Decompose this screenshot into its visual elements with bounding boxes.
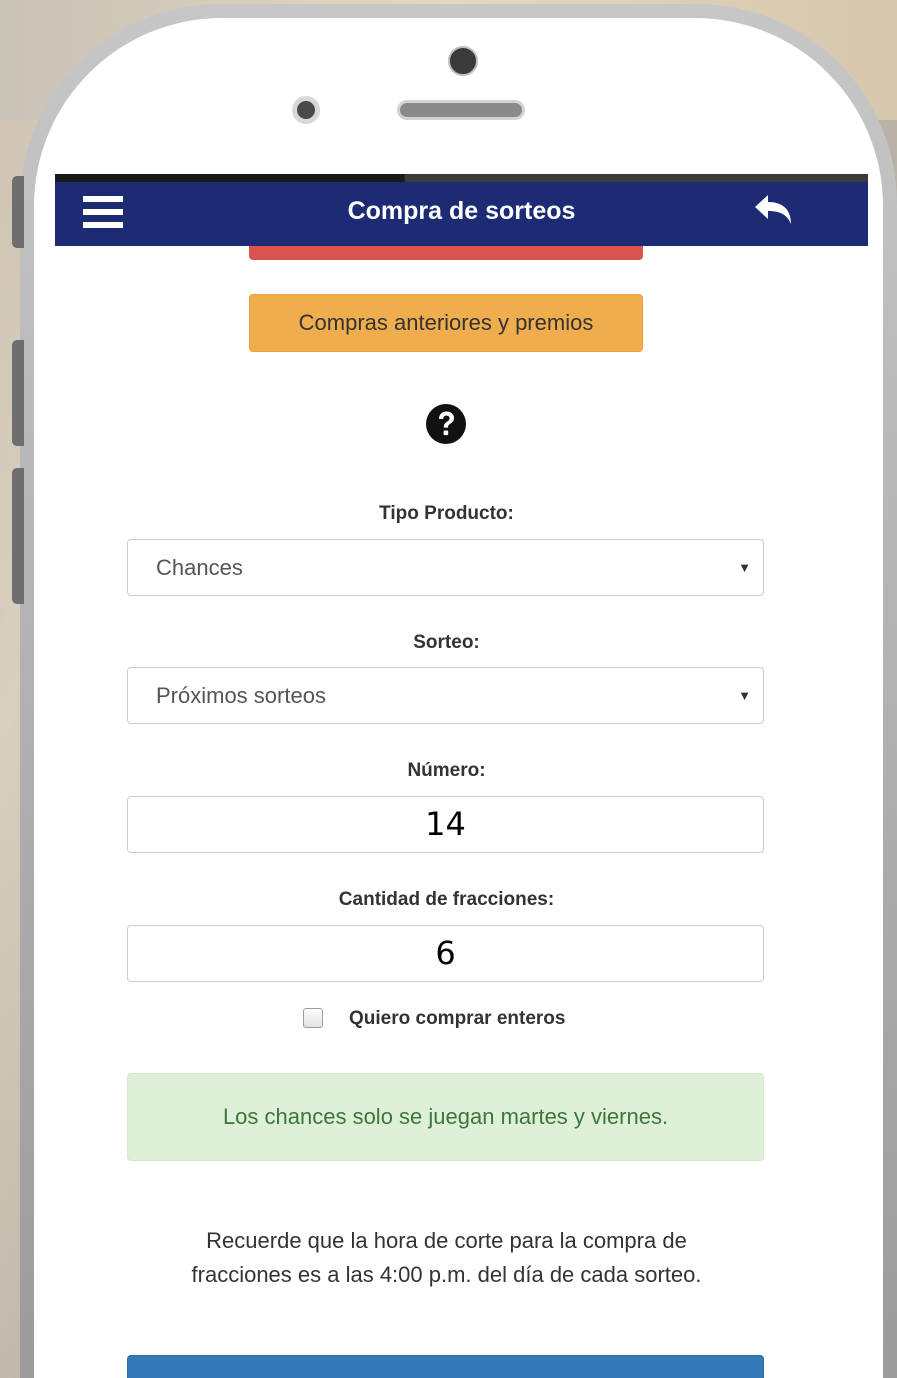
product-type-label: Tipo Producto:: [379, 503, 514, 524]
dropdown-caret-icon: ▼: [738, 688, 751, 703]
cutoff-note: Recuerde que la hora de corte para la co…: [95, 1224, 798, 1292]
phone-sensor: [292, 96, 320, 124]
phone-camera: [448, 46, 478, 76]
product-type-select[interactable]: Chances ▼: [127, 539, 764, 596]
reply-arrow-icon[interactable]: [751, 192, 795, 228]
draw-select[interactable]: Próximos sorteos ▼: [127, 667, 764, 724]
phone-side-button-volume-up: [12, 340, 24, 446]
page-title: Compra de sorteos: [347, 197, 576, 225]
whole-purchase-checkbox[interactable]: [303, 1008, 323, 1028]
cutoff-note-line-1: Recuerde que la hora de corte para la co…: [206, 1228, 687, 1253]
whole-purchase-row: Quiero comprar enteros: [303, 1006, 623, 1036]
product-type-value: Chances: [156, 555, 243, 580]
number-input[interactable]: 14: [127, 796, 764, 853]
app-header: Compra de sorteos: [55, 182, 868, 246]
primary-action-button[interactable]: [127, 1355, 764, 1378]
dropdown-caret-icon: ▼: [738, 560, 751, 575]
fractions-label: Cantidad de fracciones:: [338, 889, 555, 910]
phone-speaker: [397, 100, 525, 120]
question-circle-icon[interactable]: [425, 403, 467, 445]
status-bar: [55, 174, 868, 182]
info-alert: Los chances solo se juegan martes y vier…: [127, 1073, 764, 1161]
app-screen: Compra de sorteos Compras anteriores y p…: [55, 174, 868, 1378]
phone-side-button-volume-down: [12, 468, 24, 604]
cutoff-note-line-2: fracciones es a las 4:00 p.m. del día de…: [191, 1262, 702, 1287]
draw-label: Sorteo:: [413, 632, 480, 653]
whole-purchase-label[interactable]: Quiero comprar enteros: [349, 1008, 565, 1030]
danger-button-partial[interactable]: [249, 246, 643, 260]
phone-side-button-mute: [12, 176, 24, 248]
fractions-input[interactable]: 6: [127, 925, 764, 982]
previous-purchases-button[interactable]: Compras anteriores y premios: [249, 294, 643, 352]
number-label: Número:: [407, 760, 486, 781]
draw-value: Próximos sorteos: [156, 683, 326, 708]
